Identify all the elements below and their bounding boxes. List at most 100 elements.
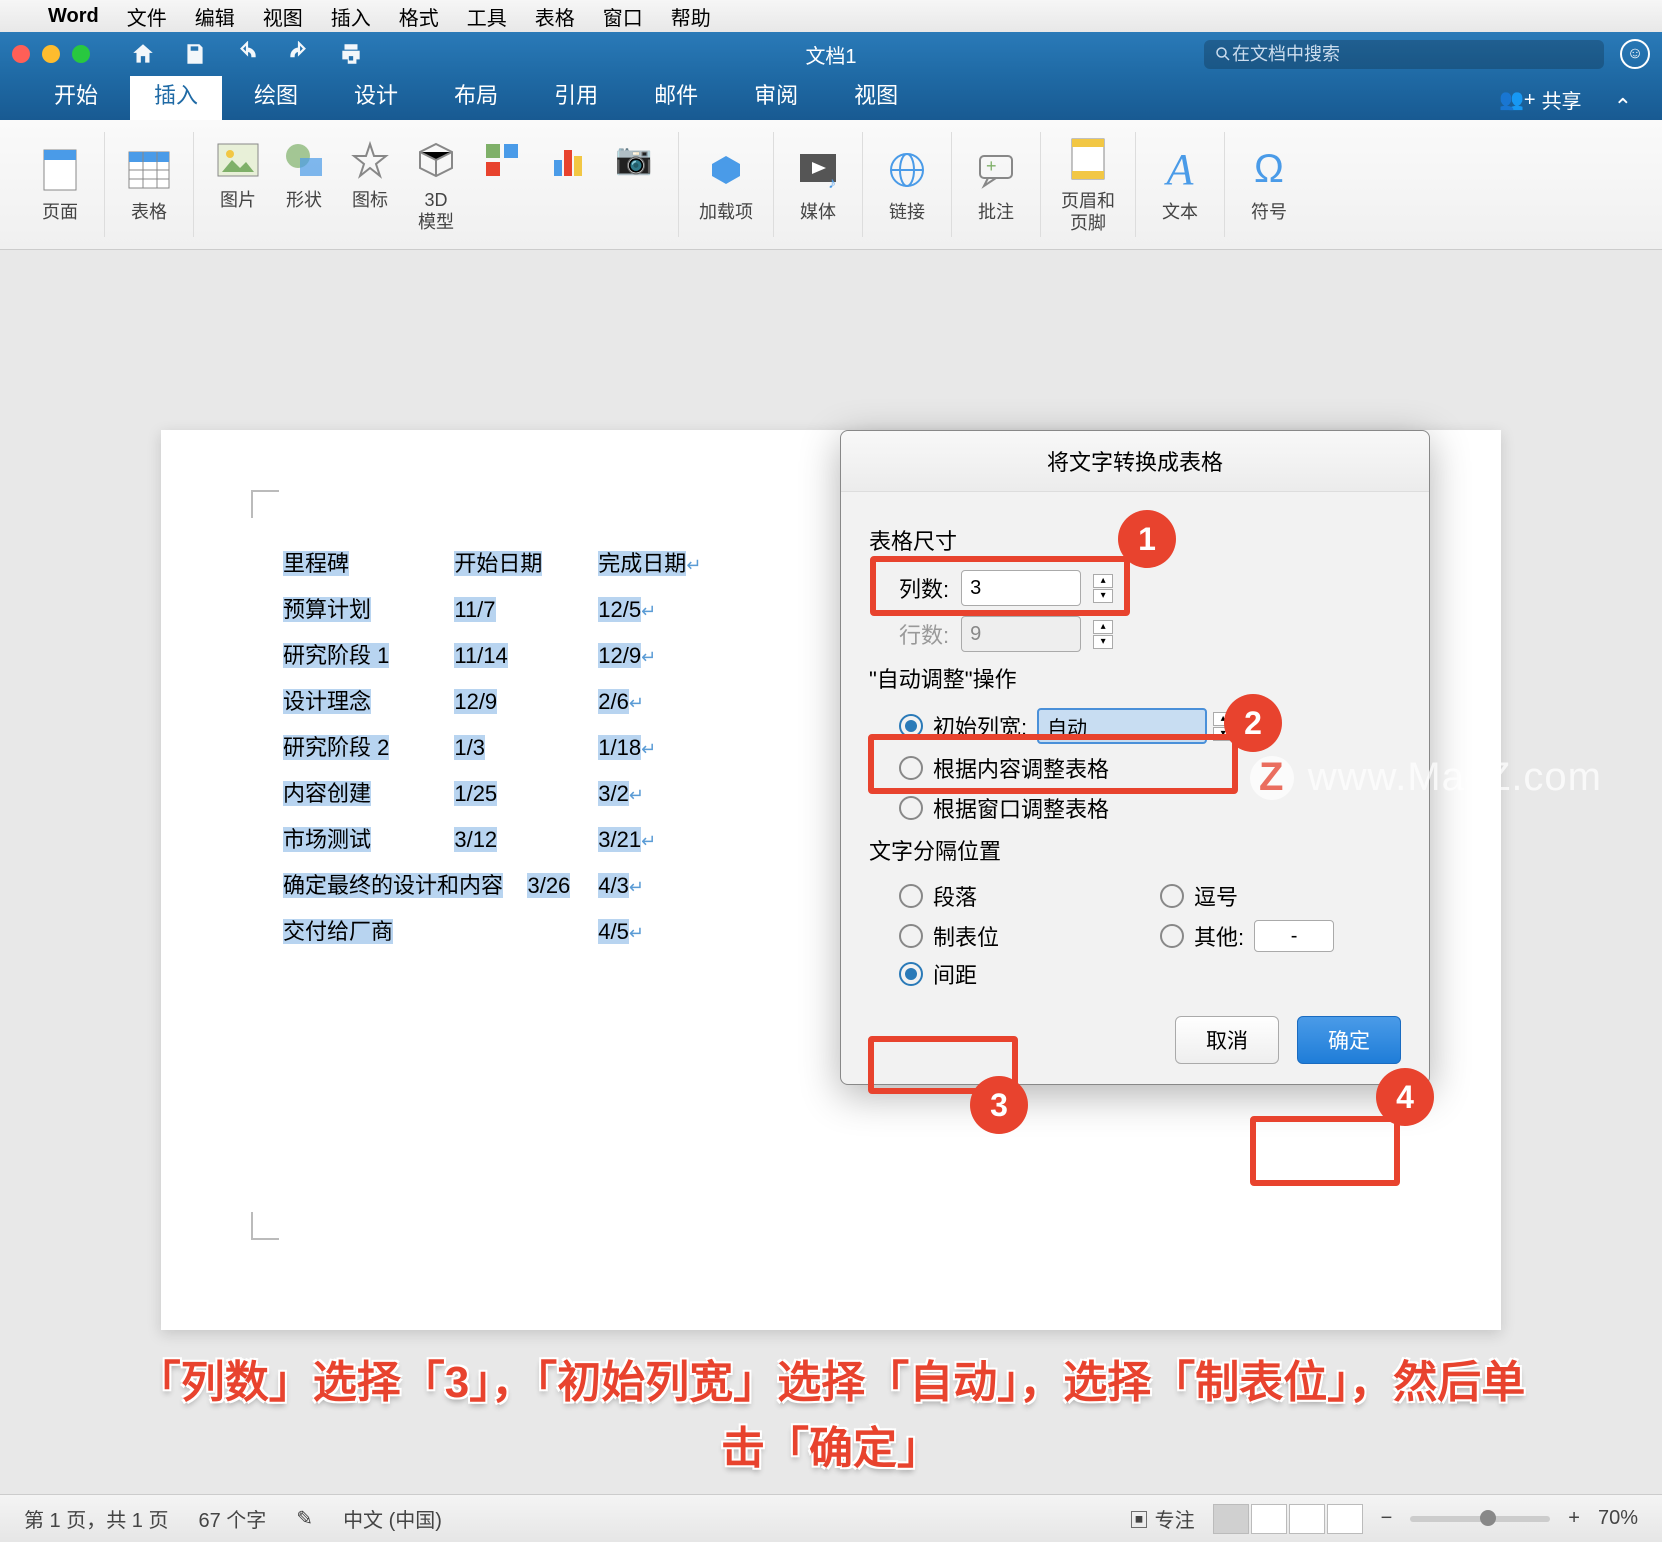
outline-view[interactable] bbox=[1289, 1504, 1325, 1534]
menu-tools[interactable]: 工具 bbox=[467, 2, 507, 31]
search-box[interactable] bbox=[1204, 40, 1604, 69]
menu-file[interactable]: 文件 bbox=[127, 2, 167, 31]
focus-mode[interactable]: ▣ 专注 bbox=[1129, 1504, 1195, 1533]
callout-2: 2 bbox=[1224, 694, 1282, 752]
print-layout-view[interactable] bbox=[1213, 1504, 1249, 1534]
radio-tab[interactable]: 制表位 bbox=[899, 920, 1140, 952]
zoom-level[interactable]: 70% bbox=[1598, 1507, 1638, 1530]
menu-insert[interactable]: 插入 bbox=[331, 2, 371, 31]
menu-format[interactable]: 格式 bbox=[399, 2, 439, 31]
redo-icon[interactable] bbox=[286, 41, 312, 67]
spellcheck-icon[interactable]: ✎ bbox=[296, 1506, 313, 1531]
save-icon[interactable] bbox=[182, 41, 208, 67]
ribbon-group-media[interactable]: ♪ 媒体 bbox=[774, 132, 863, 237]
margin-corner bbox=[251, 490, 279, 518]
document-content[interactable]: 里程碑开始日期完成日期↵ 预算计划11/712/5↵ 研究阶段 111/1412… bbox=[281, 540, 729, 956]
print-icon[interactable] bbox=[338, 41, 364, 67]
mac-menubar: Word 文件 编辑 视图 插入 格式 工具 表格 窗口 帮助 bbox=[0, 0, 1662, 32]
home-icon[interactable] bbox=[130, 41, 156, 67]
radio-icon bbox=[899, 884, 923, 908]
cancel-button[interactable]: 取消 bbox=[1175, 1016, 1279, 1064]
ribbon: 页面 表格 图片 形状 图标 3D 模型 📷 加载项 ♪ 媒体 链接 + 批注 … bbox=[0, 120, 1662, 250]
smartart-icon bbox=[478, 136, 526, 184]
zoom-in[interactable]: + bbox=[1568, 1507, 1580, 1530]
section-separator: 文字分隔位置 bbox=[869, 834, 1401, 866]
radio-comma[interactable]: 逗号 bbox=[1160, 880, 1401, 912]
ribbon-picture[interactable]: 图片 bbox=[214, 136, 262, 233]
close-window-button[interactable] bbox=[12, 45, 30, 63]
language[interactable]: 中文 (中国) bbox=[343, 1504, 442, 1533]
radio-space[interactable]: 间距 bbox=[899, 958, 1401, 990]
ribbon-group-addin[interactable]: 加载项 bbox=[679, 132, 774, 237]
table-icon bbox=[125, 146, 173, 194]
ribbon-chart[interactable] bbox=[544, 136, 592, 233]
statusbar: 第 1 页，共 1 页 67 个字 ✎ 中文 (中国) ▣ 专注 − + 70% bbox=[0, 1494, 1662, 1542]
collapse-ribbon-button[interactable]: ⌃ bbox=[1614, 94, 1632, 120]
ribbon-shape[interactable]: 形状 bbox=[280, 136, 328, 233]
addin-icon bbox=[702, 146, 750, 194]
callout-4: 4 bbox=[1376, 1068, 1434, 1126]
menu-help[interactable]: 帮助 bbox=[671, 2, 711, 31]
radio-icon bbox=[1160, 884, 1184, 908]
svg-text:♪: ♪ bbox=[828, 175, 836, 190]
share-button[interactable]: 👥+ 共享 bbox=[1485, 79, 1596, 120]
menu-view[interactable]: 视图 bbox=[263, 2, 303, 31]
other-separator-input[interactable] bbox=[1254, 920, 1334, 952]
user-icon[interactable]: ☺ bbox=[1620, 39, 1650, 69]
maximize-window-button[interactable] bbox=[72, 45, 90, 63]
ribbon-smartart[interactable] bbox=[478, 136, 526, 233]
menu-table[interactable]: 表格 bbox=[535, 2, 575, 31]
zoom-out[interactable]: − bbox=[1381, 1507, 1393, 1530]
comment-icon: + bbox=[972, 146, 1020, 194]
ribbon-group-link[interactable]: 链接 bbox=[863, 132, 952, 237]
ribbon-group-page[interactable]: 页面 bbox=[16, 132, 105, 237]
symbol-icon: Ω bbox=[1245, 146, 1293, 194]
link-icon bbox=[883, 146, 931, 194]
dialog-title: 将文字转换成表格 bbox=[841, 431, 1429, 492]
callout-1: 1 bbox=[1118, 510, 1176, 568]
callout-box-2 bbox=[868, 734, 1238, 794]
text-icon: A bbox=[1156, 146, 1204, 194]
draft-view[interactable] bbox=[1327, 1504, 1363, 1534]
rows-stepper: ▴▾ bbox=[1093, 620, 1113, 649]
zoom-slider[interactable] bbox=[1410, 1516, 1550, 1522]
ribbon-3d[interactable]: 3D 模型 bbox=[412, 136, 460, 233]
titlebar: 文档1 ☺ bbox=[0, 32, 1662, 76]
ribbon-tabs: 开始 插入 绘图 设计 布局 引用 邮件 审阅 视图 👥+ 共享 ⌃ bbox=[0, 76, 1662, 120]
margin-corner bbox=[251, 1212, 279, 1240]
ribbon-group-header-footer[interactable]: 页眉和 页脚 bbox=[1041, 132, 1136, 237]
document-title: 文档1 bbox=[805, 40, 856, 69]
page-info[interactable]: 第 1 页，共 1 页 bbox=[24, 1504, 168, 1533]
picture-icon bbox=[214, 136, 262, 184]
ribbon-group-symbol[interactable]: Ω 符号 bbox=[1225, 132, 1313, 237]
ribbon-group-comment[interactable]: + 批注 bbox=[952, 132, 1041, 237]
menu-edit[interactable]: 编辑 bbox=[195, 2, 235, 31]
ribbon-screenshot[interactable]: 📷 bbox=[610, 136, 658, 233]
search-input[interactable] bbox=[1232, 44, 1594, 65]
radio-icon bbox=[899, 924, 923, 948]
rows-field: 行数: ▴▾ bbox=[899, 616, 1401, 652]
camera-icon: 📷 bbox=[610, 136, 658, 184]
radio-paragraph[interactable]: 段落 bbox=[899, 880, 1140, 912]
watermark: Zwww.MacZ.com bbox=[1250, 755, 1602, 800]
radio-icon bbox=[899, 962, 923, 986]
page-label: 页面 bbox=[42, 202, 78, 224]
web-layout-view[interactable] bbox=[1251, 1504, 1287, 1534]
callout-box-4 bbox=[1250, 1116, 1400, 1186]
minimize-window-button[interactable] bbox=[42, 45, 60, 63]
radio-other[interactable]: 其他: bbox=[1160, 920, 1401, 952]
ribbon-group-table[interactable]: 表格 bbox=[105, 132, 194, 237]
callout-box-1 bbox=[870, 556, 1130, 616]
cube-icon bbox=[412, 136, 460, 184]
word-count[interactable]: 67 个字 bbox=[198, 1504, 266, 1533]
shape-icon bbox=[280, 136, 328, 184]
menu-window[interactable]: 窗口 bbox=[603, 2, 643, 31]
instruction-overlay: 「列数」选择「3」，「初始列宽」选择「自动」，选择「制表位」，然后单 击「确定」 bbox=[0, 1350, 1662, 1482]
search-icon bbox=[1214, 45, 1232, 63]
ok-button[interactable]: 确定 bbox=[1297, 1016, 1401, 1064]
app-name[interactable]: Word bbox=[48, 5, 99, 28]
view-buttons[interactable] bbox=[1213, 1504, 1363, 1534]
ribbon-icons[interactable]: 图标 bbox=[346, 136, 394, 233]
undo-icon[interactable] bbox=[234, 41, 260, 67]
ribbon-group-text[interactable]: A 文本 bbox=[1136, 132, 1225, 237]
